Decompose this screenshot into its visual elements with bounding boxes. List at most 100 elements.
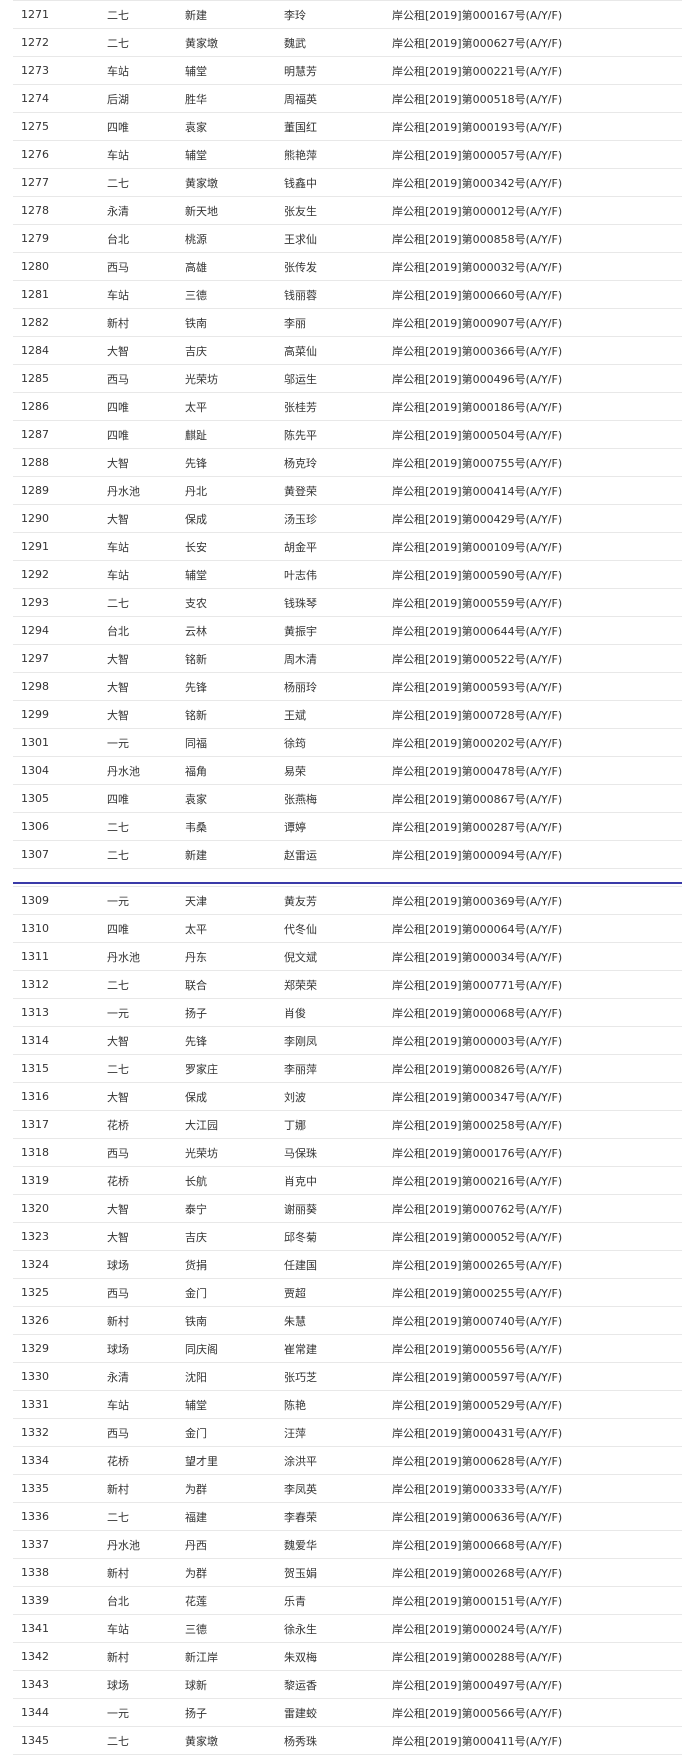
community-cell: 望才里 (177, 1446, 276, 1475)
certificate-number-cell: 岸公租[2019]第000255号(A/Y/F) (384, 1278, 682, 1307)
row-number-cell: 1343 (13, 1670, 99, 1699)
applicant-name-cell: 汪萍 (276, 1418, 384, 1447)
certificate-number-cell: 岸公租[2019]第000151号(A/Y/F) (384, 1586, 682, 1615)
subdistrict-cell: 一元 (99, 728, 177, 757)
row-number-cell: 1334 (13, 1446, 99, 1475)
table-row: 1330 永清 沈阳 张巧芝 岸公租[2019]第000597号(A/Y/F) (13, 1362, 682, 1391)
certificate-number-cell: 岸公租[2019]第000366号(A/Y/F) (384, 336, 682, 365)
community-cell: 铁南 (177, 1306, 276, 1335)
certificate-number-cell: 岸公租[2019]第000216号(A/Y/F) (384, 1166, 682, 1195)
table-row: 1339 台北 花莲 乐青 岸公租[2019]第000151号(A/Y/F) (13, 1586, 682, 1615)
table-row: 1288 大智 先锋 杨克玲 岸公租[2019]第000755号(A/Y/F) (13, 448, 682, 477)
row-number-cell: 1276 (13, 140, 99, 169)
table-row: 1299 大智 铭新 王斌 岸公租[2019]第000728号(A/Y/F) (13, 700, 682, 729)
applicant-name-cell: 王斌 (276, 700, 384, 729)
certificate-number-cell: 岸公租[2019]第000193号(A/Y/F) (384, 112, 682, 141)
community-cell: 辅堂 (177, 1390, 276, 1419)
table-row: 1294 台北 云林 黄振宇 岸公租[2019]第000644号(A/Y/F) (13, 616, 682, 645)
community-cell: 保成 (177, 1082, 276, 1111)
subdistrict-cell: 车站 (99, 532, 177, 561)
row-number-cell: 1309 (13, 886, 99, 915)
community-cell: 袁家 (177, 112, 276, 141)
certificate-number-cell: 岸公租[2019]第000221号(A/Y/F) (384, 56, 682, 85)
certificate-number-cell: 岸公租[2019]第000590号(A/Y/F) (384, 560, 682, 589)
row-number-cell: 1277 (13, 168, 99, 197)
community-cell: 丹西 (177, 1530, 276, 1559)
community-cell: 黄家墩 (177, 1726, 276, 1755)
certificate-number-cell: 岸公租[2019]第000559号(A/Y/F) (384, 588, 682, 617)
community-cell: 新江岸 (177, 1642, 276, 1671)
table-row: 1277 二七 黄家墩 钱鑫中 岸公租[2019]第000342号(A/Y/F) (13, 168, 682, 197)
community-cell: 辅堂 (177, 560, 276, 589)
subdistrict-cell: 大智 (99, 644, 177, 673)
applicant-name-cell: 杨克玲 (276, 448, 384, 477)
community-cell: 沈阳 (177, 1362, 276, 1391)
table-row: 1284 大智 吉庆 高菜仙 岸公租[2019]第000366号(A/Y/F) (13, 336, 682, 365)
community-cell: 辅堂 (177, 140, 276, 169)
row-number-cell: 1271 (13, 0, 99, 29)
community-cell: 泰宁 (177, 1194, 276, 1223)
applicant-name-cell: 董国红 (276, 112, 384, 141)
applicant-name-cell: 黄登荣 (276, 476, 384, 505)
applicant-name-cell: 明慧芳 (276, 56, 384, 85)
subdistrict-cell: 二七 (99, 28, 177, 57)
subdistrict-cell: 球场 (99, 1250, 177, 1279)
subdistrict-cell: 新村 (99, 1558, 177, 1587)
applicant-name-cell: 李春荣 (276, 1502, 384, 1531)
subdistrict-cell: 后湖 (99, 84, 177, 113)
community-cell: 光荣坊 (177, 1138, 276, 1167)
row-number-cell: 1329 (13, 1334, 99, 1363)
row-number-cell: 1285 (13, 364, 99, 393)
table-row: 1345 二七 黄家墩 杨秀珠 岸公租[2019]第000411号(A/Y/F) (13, 1726, 682, 1755)
community-cell: 胜华 (177, 84, 276, 113)
row-number-cell: 1301 (13, 728, 99, 757)
certificate-number-cell: 岸公租[2019]第000478号(A/Y/F) (384, 756, 682, 785)
applicant-name-cell: 周木清 (276, 644, 384, 673)
subdistrict-cell: 大智 (99, 672, 177, 701)
certificate-number-cell: 岸公租[2019]第000202号(A/Y/F) (384, 728, 682, 757)
certificate-number-cell: 岸公租[2019]第000771号(A/Y/F) (384, 970, 682, 999)
subdistrict-cell: 二七 (99, 1726, 177, 1755)
row-number-cell: 1344 (13, 1698, 99, 1727)
certificate-number-cell: 岸公租[2019]第000627号(A/Y/F) (384, 28, 682, 57)
row-number-cell: 1297 (13, 644, 99, 673)
applicant-name-cell: 陈先平 (276, 420, 384, 449)
subdistrict-cell: 二七 (99, 1054, 177, 1083)
community-cell: 新建 (177, 0, 276, 29)
row-number-cell: 1289 (13, 476, 99, 505)
certificate-number-cell: 岸公租[2019]第000431号(A/Y/F) (384, 1418, 682, 1447)
community-cell: 天津 (177, 886, 276, 915)
subdistrict-cell: 二七 (99, 812, 177, 841)
subdistrict-cell: 二七 (99, 0, 177, 29)
community-cell: 福角 (177, 756, 276, 785)
applicant-name-cell: 汤玉珍 (276, 504, 384, 533)
table-row: 1334 花桥 望才里 涂洪平 岸公租[2019]第000628号(A/Y/F) (13, 1446, 682, 1475)
row-number-cell: 1312 (13, 970, 99, 999)
table-row: 1297 大智 铭新 周木清 岸公租[2019]第000522号(A/Y/F) (13, 644, 682, 673)
applicant-name-cell: 王求仙 (276, 224, 384, 253)
subdistrict-cell: 四唯 (99, 392, 177, 421)
certificate-number-cell: 岸公租[2019]第000024号(A/Y/F) (384, 1614, 682, 1643)
community-cell: 为群 (177, 1474, 276, 1503)
row-number-cell: 1324 (13, 1250, 99, 1279)
community-cell: 先锋 (177, 448, 276, 477)
table-row: 1331 车站 辅堂 陈艳 岸公租[2019]第000529号(A/Y/F) (13, 1390, 682, 1419)
table-row: 1282 新村 铁南 李丽 岸公租[2019]第000907号(A/Y/F) (13, 308, 682, 337)
table-row: 1273 车站 辅堂 明慧芳 岸公租[2019]第000221号(A/Y/F) (13, 56, 682, 85)
table-row: 1311 丹水池 丹东 倪文斌 岸公租[2019]第000034号(A/Y/F) (13, 942, 682, 971)
applicant-name-cell: 徐筠 (276, 728, 384, 757)
row-number-cell: 1311 (13, 942, 99, 971)
subdistrict-cell: 二七 (99, 840, 177, 869)
table-row: 1286 四唯 太平 张桂芳 岸公租[2019]第000186号(A/Y/F) (13, 392, 682, 421)
table-row: 1332 西马 金门 汪萍 岸公租[2019]第000431号(A/Y/F) (13, 1418, 682, 1447)
row-number-cell: 1306 (13, 812, 99, 841)
certificate-number-cell: 岸公租[2019]第000529号(A/Y/F) (384, 1390, 682, 1419)
row-number-cell: 1325 (13, 1278, 99, 1307)
community-cell: 扬子 (177, 998, 276, 1027)
table-row: 1344 一元 扬子 雷建蛟 岸公租[2019]第000566号(A/Y/F) (13, 1698, 682, 1727)
community-cell: 先锋 (177, 1026, 276, 1055)
applicant-name-cell: 李凤英 (276, 1474, 384, 1503)
row-number-cell: 1298 (13, 672, 99, 701)
applicant-name-cell: 邱冬菊 (276, 1222, 384, 1251)
table-row: 1306 二七 韦桑 谭婷 岸公租[2019]第000287号(A/Y/F) (13, 812, 682, 841)
